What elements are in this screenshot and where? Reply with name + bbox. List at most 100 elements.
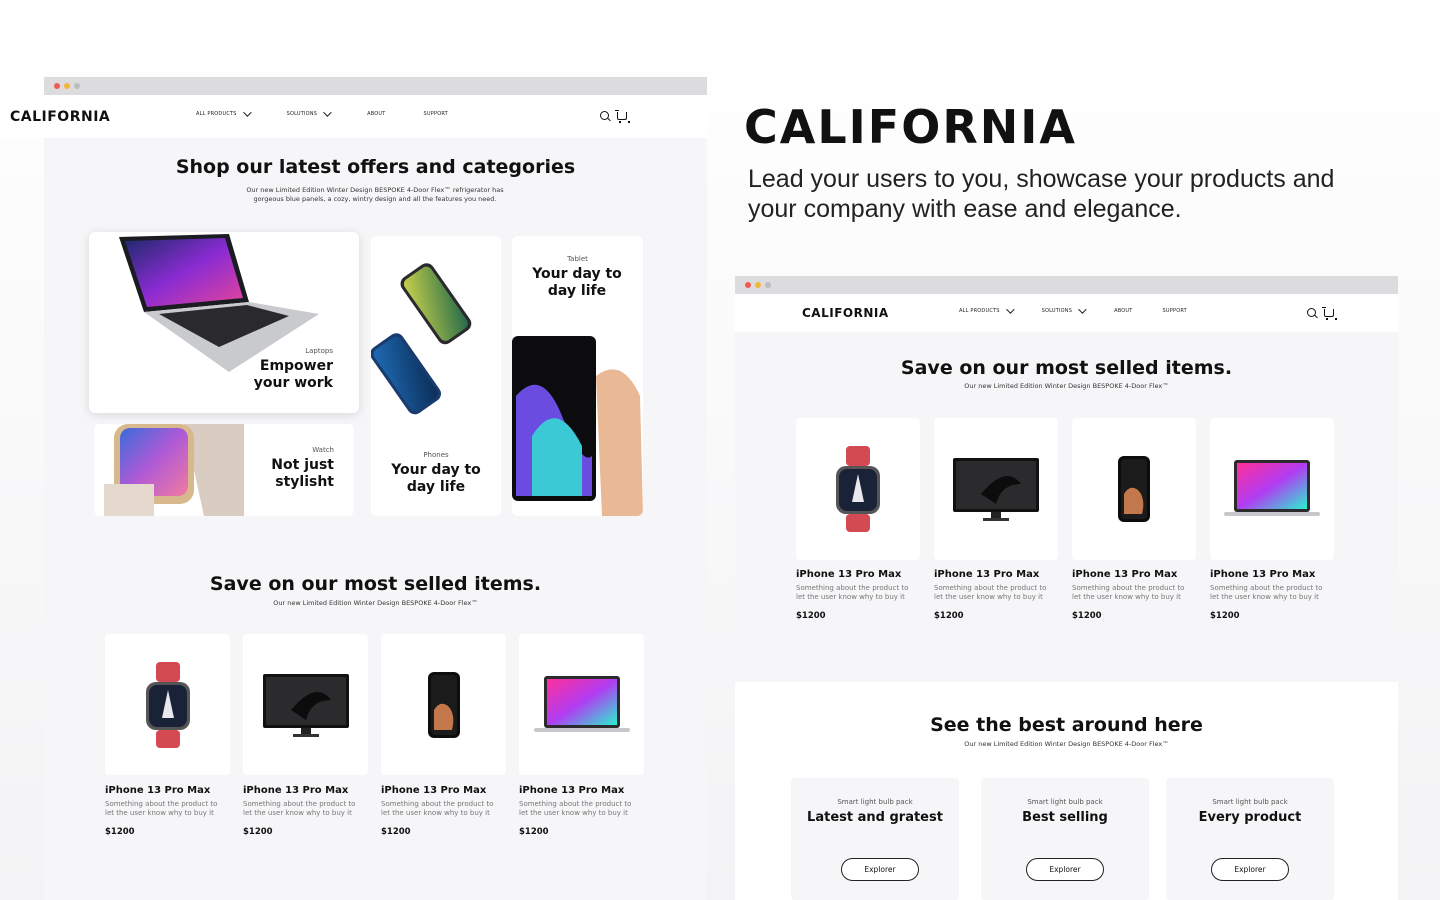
- close-dot-icon: [54, 83, 60, 89]
- product-name[interactable]: iPhone 13 Pro Max: [105, 785, 210, 796]
- product-name[interactable]: iPhone 13 Pro Max: [243, 785, 348, 796]
- nav-all-products[interactable]: ALL PRODUCTS: [196, 108, 252, 117]
- product-image[interactable]: [934, 418, 1058, 560]
- search-icon[interactable]: [1307, 308, 1316, 317]
- product-image[interactable]: [243, 634, 368, 775]
- product-price: $1200: [381, 827, 411, 837]
- nav-about[interactable]: ABOUT: [367, 111, 385, 117]
- nav-all-products[interactable]: ALL PRODUCTS: [959, 305, 1015, 314]
- browser-chrome: [735, 276, 1398, 294]
- category-card-tablet[interactable]: Tablet Your day to day life: [512, 236, 643, 516]
- nav-logo[interactable]: CALIFORNIA: [802, 306, 889, 320]
- zoom-dot-icon: [74, 83, 80, 89]
- product-price: $1200: [1210, 611, 1240, 621]
- product-price: $1200: [105, 827, 135, 837]
- bulb-card[interactable]: Smart light bulb pack Best selling Explo…: [981, 778, 1149, 900]
- product-desc: Something about the product to let the u…: [934, 584, 1047, 602]
- chevron-down-icon: [242, 108, 252, 117]
- category-headline: Not just stylisht: [271, 457, 334, 490]
- category-card-laptops[interactable]: Laptops Empower your work: [89, 232, 359, 413]
- product-price: $1200: [519, 827, 549, 837]
- product-name[interactable]: iPhone 13 Pro Max: [381, 785, 486, 796]
- product-image[interactable]: [796, 418, 920, 560]
- product-desc: Something about the product to let the u…: [1210, 584, 1323, 602]
- right-navbar: CALIFORNIA ALL PRODUCTS SOLUTIONS ABOUT …: [735, 294, 1398, 332]
- bulb-label: Smart light bulb pack: [1212, 798, 1288, 806]
- product-image[interactable]: [381, 634, 506, 775]
- product-name[interactable]: iPhone 13 Pro Max: [934, 569, 1039, 580]
- watch-icon: [836, 446, 880, 532]
- monitor-icon: [953, 458, 1039, 521]
- product-image[interactable]: [519, 634, 644, 775]
- category-label: Laptops: [305, 347, 333, 355]
- nav-solutions[interactable]: SOLUTIONS: [286, 108, 332, 117]
- product-price: $1200: [1072, 611, 1102, 621]
- bulb-card[interactable]: Smart light bulb pack Every product Expl…: [1166, 778, 1334, 900]
- right-browser-mockup: CALIFORNIA ALL PRODUCTS SOLUTIONS ABOUT …: [735, 276, 1398, 900]
- chevron-down-icon: [1005, 305, 1015, 314]
- laptop-icon: [533, 675, 630, 732]
- best-section: See the best around here Our new Limited…: [735, 682, 1398, 900]
- product-desc: Something about the product to let the u…: [796, 584, 909, 602]
- chevron-down-icon: [1078, 305, 1087, 314]
- product-image[interactable]: [1072, 418, 1196, 560]
- left-navbar: CALIFORNIA ALL PRODUCTS SOLUTIONS ABOUT …: [0, 95, 707, 138]
- monitor-icon: [262, 673, 349, 737]
- cart-icon[interactable]: [1322, 307, 1337, 320]
- product-desc: Something about the product to let the u…: [519, 800, 632, 818]
- category-headline: Empower your work: [253, 358, 333, 391]
- nav-link-label: SOLUTIONS: [286, 111, 318, 117]
- cart-icon[interactable]: [615, 110, 630, 123]
- category-label: Phones: [423, 451, 449, 459]
- bulb-headline: Every product: [1198, 810, 1302, 825]
- product-name[interactable]: iPhone 13 Pro Max: [1072, 569, 1177, 580]
- watch-image: [104, 424, 244, 516]
- best-title: See the best around here: [930, 714, 1203, 736]
- nav-solutions[interactable]: SOLUTIONS: [1041, 305, 1087, 314]
- nav-link-label: ALL PRODUCTS: [959, 308, 1000, 314]
- phone-icon: [427, 671, 460, 738]
- best-subtitle: Our new Limited Edition Winter Design BE…: [964, 740, 1169, 748]
- nav-logo[interactable]: CALIFORNIA: [10, 109, 110, 125]
- product-image[interactable]: [105, 634, 230, 775]
- hero-tagline: Lead your users to you, showcase your pr…: [748, 165, 1335, 223]
- category-label: Tablet: [567, 255, 588, 263]
- product-price: $1200: [796, 611, 826, 621]
- category-label: Watch: [312, 446, 334, 454]
- offers-title: Shop our latest offers and categories: [175, 156, 576, 178]
- phone-icon: [1118, 456, 1150, 522]
- watch-icon: [145, 661, 190, 748]
- explorer-button[interactable]: Explorer: [841, 858, 919, 881]
- nav-support[interactable]: SUPPORT: [424, 111, 448, 117]
- explorer-button[interactable]: Explorer: [1211, 858, 1289, 881]
- product-name[interactable]: iPhone 13 Pro Max: [796, 569, 901, 580]
- product-desc: Something about the product to let the u…: [243, 800, 356, 818]
- minimize-dot-icon: [755, 282, 761, 288]
- bulb-card[interactable]: Smart light bulb pack Latest and gratest…: [791, 778, 959, 900]
- zoom-dot-icon: [765, 282, 771, 288]
- selled-subtitle: Our new Limited Edition Winter Design BE…: [964, 382, 1169, 390]
- category-headline: Your day to day life: [391, 462, 481, 495]
- nav-about[interactable]: ABOUT: [1114, 308, 1132, 314]
- browser-chrome: [44, 77, 707, 95]
- product-desc: Something about the product to let the u…: [381, 800, 494, 818]
- category-card-phones[interactable]: Phones Your day to day life: [371, 236, 501, 516]
- selled-subtitle: Our new Limited Edition Winter Design BE…: [273, 599, 478, 607]
- category-headline: Your day to day life: [532, 266, 622, 299]
- nav-support[interactable]: SUPPORT: [1163, 308, 1187, 314]
- offers-subtitle: Our new Limited Edition Winter Design BE…: [246, 186, 504, 203]
- minimize-dot-icon: [64, 83, 70, 89]
- nav-link-label: ALL PRODUCTS: [196, 111, 237, 117]
- product-name[interactable]: iPhone 13 Pro Max: [1210, 569, 1315, 580]
- explorer-button[interactable]: Explorer: [1026, 858, 1104, 881]
- product-image[interactable]: [1210, 418, 1334, 560]
- search-icon[interactable]: [600, 111, 609, 120]
- laptop-icon: [1224, 460, 1320, 516]
- selled-title: Save on our most selled items.: [900, 357, 1233, 379]
- category-card-watch[interactable]: Watch Not just stylisht: [94, 424, 354, 516]
- nav-link-label: SOLUTIONS: [1041, 308, 1073, 314]
- product-desc: Something about the product to let the u…: [1072, 584, 1185, 602]
- product-name[interactable]: iPhone 13 Pro Max: [519, 785, 624, 796]
- bulb-label: Smart light bulb pack: [1027, 798, 1103, 806]
- product-price: $1200: [934, 611, 964, 621]
